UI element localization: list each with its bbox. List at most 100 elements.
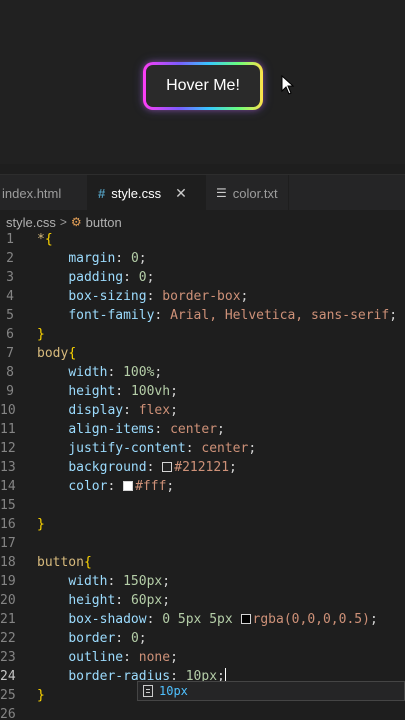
line-number: 16 bbox=[0, 517, 16, 532]
code-line: 13 background: #212121; bbox=[0, 458, 405, 477]
code-token: center bbox=[201, 441, 249, 456]
code-token: width: 150px; bbox=[37, 572, 170, 591]
hover-me-button[interactable]: Hover Me! bbox=[143, 62, 263, 110]
code-token: height: 60px; bbox=[37, 591, 170, 610]
tab-style-css[interactable]: # style.css ✕ bbox=[88, 175, 206, 211]
code-token: #fff bbox=[135, 479, 167, 494]
code-token: justify-content bbox=[68, 441, 186, 456]
code-token: button{ bbox=[37, 553, 92, 572]
code-token: : bbox=[115, 593, 131, 608]
line-number: 22 bbox=[0, 631, 16, 646]
line-number: 5 bbox=[6, 308, 14, 323]
code-token: : bbox=[123, 270, 139, 285]
code-line: 20 height: 60px; bbox=[0, 591, 405, 610]
text-file-icon: ☰ bbox=[216, 186, 227, 200]
code-token: } bbox=[37, 515, 45, 534]
line-number: 21 bbox=[0, 612, 16, 627]
code-token: width: 100%; bbox=[37, 363, 162, 382]
css-file-icon: # bbox=[98, 185, 106, 201]
code-token: color: #fff; bbox=[37, 477, 174, 496]
code-token: 0 bbox=[130, 631, 139, 646]
line-number: 13 bbox=[0, 460, 16, 475]
code-token: { bbox=[83, 555, 92, 570]
code-token: Arial, Helvetica, sans-serif bbox=[170, 308, 390, 323]
code-token: border: 0; bbox=[37, 629, 146, 648]
mouse-cursor-icon bbox=[281, 75, 295, 95]
code-editor: index.html # style.css ✕ ☰ color.txt sty… bbox=[0, 164, 405, 720]
code-line: 2 margin: 0; bbox=[0, 249, 405, 268]
line-number: 23 bbox=[0, 650, 16, 665]
code-token: display bbox=[68, 403, 124, 418]
code-line: 9 height: 100vh; bbox=[0, 382, 405, 401]
close-icon[interactable]: ✕ bbox=[175, 185, 187, 202]
code-line: 23 outline: none; bbox=[0, 648, 405, 667]
code-token: padding: 0; bbox=[37, 268, 154, 287]
line-number: 24 bbox=[0, 669, 16, 684]
code-token: body{ bbox=[37, 344, 76, 363]
code-token: : bbox=[154, 422, 171, 437]
line-number: 2 bbox=[6, 251, 14, 266]
code-token: none bbox=[138, 650, 171, 665]
code-line: 22 border: 0; bbox=[0, 629, 405, 648]
code-token: : bbox=[115, 631, 131, 646]
code-token: height bbox=[68, 384, 116, 399]
code-token: ; bbox=[240, 289, 249, 304]
code-token: : bbox=[146, 612, 163, 627]
code-token: width bbox=[68, 365, 108, 380]
code-token: ; bbox=[166, 479, 175, 494]
line-number: 8 bbox=[6, 365, 14, 380]
code-token: : bbox=[107, 365, 124, 380]
code-line: 8 width: 100%; bbox=[0, 363, 405, 382]
color-swatch[interactable] bbox=[162, 462, 173, 472]
code-line: 15 bbox=[0, 496, 405, 515]
color-swatch[interactable] bbox=[240, 614, 251, 624]
code-token: height: 100vh; bbox=[37, 382, 178, 401]
code-token: *{ bbox=[37, 230, 53, 249]
preview-pane: Hover Me! bbox=[0, 0, 405, 164]
code-token: } bbox=[37, 517, 45, 532]
code-token: padding bbox=[68, 270, 124, 285]
code-line: 4 box-sizing: border-box; bbox=[0, 287, 405, 306]
code-line: 26 bbox=[0, 705, 405, 720]
code-line: 16} bbox=[0, 515, 405, 534]
code-token: ; bbox=[170, 384, 178, 399]
line-number: 6 bbox=[6, 327, 14, 342]
code-token: : bbox=[107, 479, 124, 494]
hover-me-label: Hover Me! bbox=[146, 65, 260, 107]
code-token: ; bbox=[170, 650, 178, 665]
code-token: : bbox=[123, 403, 139, 418]
code-token: background bbox=[68, 460, 147, 475]
code-token: : bbox=[146, 289, 163, 304]
autocomplete-suggestion[interactable]: 10px bbox=[137, 681, 405, 701]
code-token: ; bbox=[248, 441, 257, 456]
tab-color-txt[interactable]: ☰ color.txt bbox=[206, 175, 289, 211]
line-number: 26 bbox=[0, 707, 16, 720]
line-number: 14 bbox=[0, 479, 16, 494]
code-line: 5 font-family: Arial, Helvetica, sans-se… bbox=[0, 306, 405, 325]
code-token: : bbox=[185, 441, 202, 456]
line-number: 11 bbox=[0, 422, 16, 437]
code-line: 10 display: flex; bbox=[0, 401, 405, 420]
line-number: 25 bbox=[0, 688, 16, 703]
code-token: : bbox=[107, 574, 124, 589]
code-token: box-sizing bbox=[68, 289, 147, 304]
line-number: 18 bbox=[0, 555, 16, 570]
code-line: 6} bbox=[0, 325, 405, 344]
code-token: box-shadow bbox=[68, 612, 147, 627]
code-token: ; bbox=[162, 593, 171, 608]
chevron-right-icon: > bbox=[59, 215, 67, 229]
code-token: ; bbox=[389, 308, 398, 323]
tab-index-html[interactable]: index.html bbox=[0, 175, 88, 211]
code-token: ; bbox=[369, 612, 378, 627]
code-token: ; bbox=[154, 365, 163, 380]
line-number: 1 bbox=[6, 232, 14, 247]
tab-bar: index.html # style.css ✕ ☰ color.txt bbox=[0, 174, 405, 211]
value-icon bbox=[143, 685, 153, 697]
code-token: outline bbox=[68, 650, 124, 665]
breadcrumb-file[interactable]: style.css bbox=[6, 215, 56, 230]
breadcrumb-symbol[interactable]: button bbox=[86, 215, 122, 230]
code-token: 0 5px 5px bbox=[162, 612, 233, 627]
color-swatch[interactable] bbox=[123, 481, 134, 491]
code-area[interactable]: 1 *{ 2 margin: 0; 3 padding: 0; 4 box-siz… bbox=[0, 230, 405, 720]
code-token: ; bbox=[229, 460, 237, 475]
